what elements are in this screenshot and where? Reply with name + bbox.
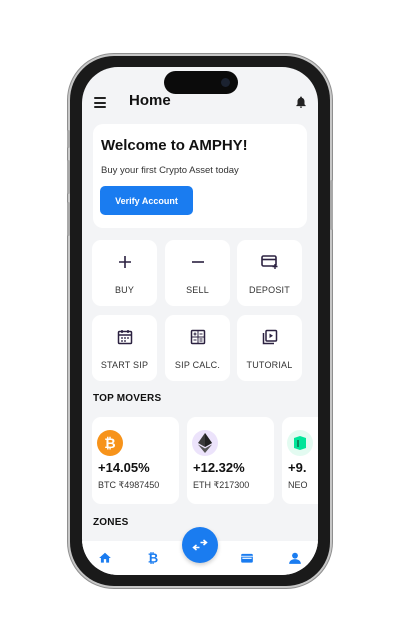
page-title: Home — [129, 92, 171, 109]
svg-text:₿: ₿ — [148, 552, 158, 565]
calendar-icon — [117, 330, 132, 345]
app-screen: Home Welcome to AMPHY! Buy your first Cr… — [82, 67, 318, 575]
swap-button[interactable] — [182, 527, 218, 563]
app-bar: Home — [82, 91, 318, 115]
start-sip-tile[interactable]: START SIP — [92, 315, 157, 381]
bitcoin-icon: ₿ — [97, 430, 123, 456]
deposit-tile[interactable]: DEPOSIT — [237, 240, 302, 306]
swap-icon — [192, 539, 208, 551]
minus-icon — [191, 261, 204, 263]
sip-calc-tile[interactable]: SIP CALC. — [165, 315, 230, 381]
buy-label: BUY — [114, 285, 135, 295]
start-sip-label: START SIP — [100, 360, 149, 370]
sip-calc-label: SIP CALC. — [174, 360, 221, 370]
calculator-icon — [190, 329, 205, 345]
welcome-heading: Welcome to AMPHY! — [101, 137, 248, 154]
mover-symbol: NEO — [288, 480, 308, 490]
zones-title: ZONES — [93, 517, 129, 528]
tutorial-label: TUTORIAL — [246, 360, 293, 370]
top-movers-title: TOP MOVERS — [93, 393, 162, 404]
mover-symbol: ETH ₹217300 — [193, 480, 250, 490]
sell-label: SELL — [186, 285, 209, 295]
phone-button — [67, 130, 70, 148]
mover-change: +14.05% — [98, 460, 150, 475]
video-library-icon — [262, 329, 277, 345]
bitcoin-nav-icon[interactable]: ₿ — [146, 551, 160, 565]
wallet-icon[interactable] — [240, 551, 254, 565]
menu-icon[interactable] — [94, 97, 106, 108]
verify-account-button[interactable]: Verify Account — [100, 186, 193, 215]
phone-button — [67, 202, 70, 236]
welcome-subtext: Buy your first Crypto Asset today — [101, 165, 239, 176]
card-add-icon — [260, 255, 277, 269]
welcome-card: Welcome to AMPHY! Buy your first Crypto … — [93, 124, 307, 228]
mover-change: +12.32% — [193, 460, 245, 475]
plus-icon — [118, 256, 131, 268]
home-icon[interactable] — [98, 551, 112, 565]
phone-button — [330, 180, 333, 230]
mover-change: +9. — [288, 460, 307, 475]
neo-icon — [287, 430, 313, 456]
bell-icon[interactable] — [294, 95, 308, 109]
buy-tile[interactable]: BUY — [92, 240, 157, 306]
deposit-label: DEPOSIT — [249, 285, 290, 295]
svg-text:₿: ₿ — [104, 436, 115, 451]
tutorial-tile[interactable]: TUTORIAL — [237, 315, 302, 381]
mover-card-eth[interactable]: +12.32% ETH ₹217300 — [187, 417, 274, 504]
ethereum-icon — [192, 430, 218, 456]
mover-card-btc[interactable]: ₿ +14.05% BTC ₹4987450 — [92, 417, 179, 504]
sell-tile[interactable]: SELL — [165, 240, 230, 306]
mover-card-neo[interactable]: +9. NEO — [282, 417, 318, 504]
mover-symbol: BTC ₹4987450 — [98, 480, 160, 490]
profile-icon[interactable] — [288, 551, 302, 565]
phone-button — [67, 160, 70, 194]
